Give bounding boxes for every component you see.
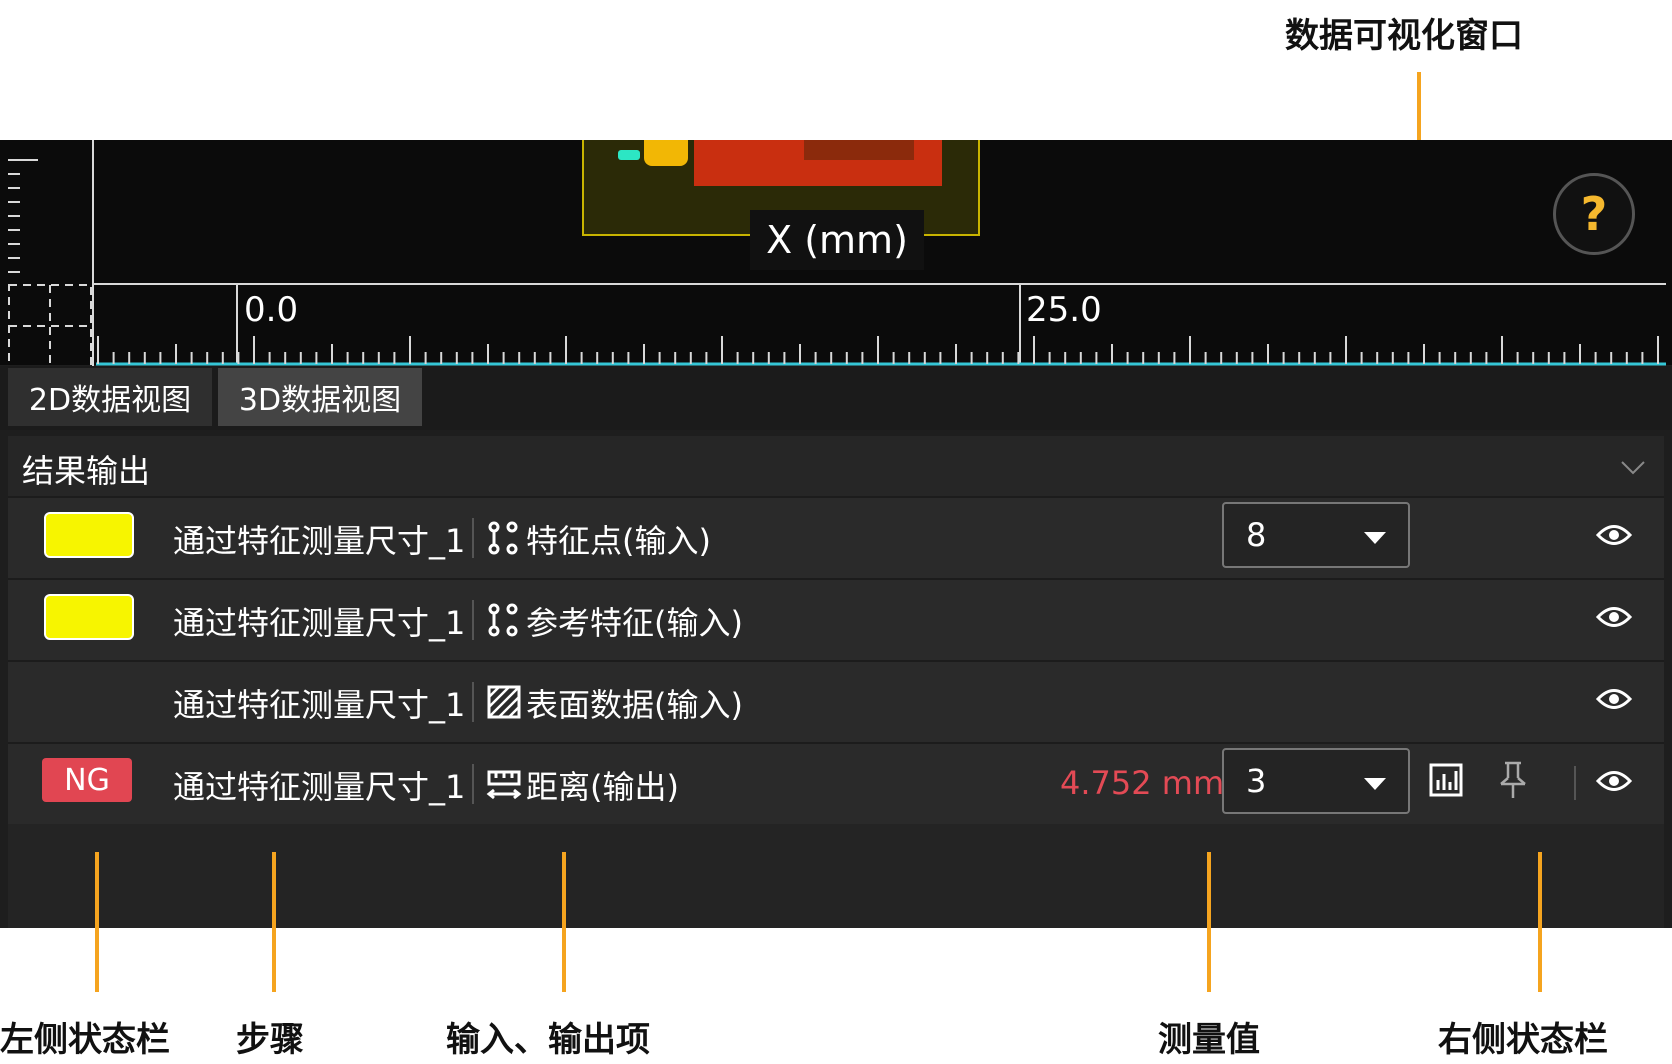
io-item-label: 参考特征(输入) — [526, 604, 743, 642]
tick-label: 0.0 — [244, 290, 299, 330]
callout-viz-window: 数据可视化窗口 — [1285, 16, 1523, 56]
divider — [472, 600, 474, 640]
result-row[interactable]: 通过特征测量尺寸_1 表面数据(输入) — [8, 660, 1664, 742]
step-name: 通过特征测量尺寸_1 — [173, 768, 466, 806]
select-value: 3 — [1246, 762, 1267, 800]
measurement-value: 4.752 mm — [1060, 764, 1225, 802]
point-cloud-dark — [804, 140, 914, 160]
caret-down-icon — [1364, 778, 1386, 790]
panel-header[interactable]: 结果输出 — [8, 436, 1664, 496]
chart-icon[interactable] — [1428, 762, 1464, 798]
divider — [472, 682, 474, 722]
tick-label: 25.0 — [1026, 290, 1102, 330]
question-icon: ? — [1580, 187, 1608, 241]
divider — [472, 764, 474, 804]
status-color-swatch[interactable] — [44, 512, 134, 558]
callout-line-measure — [1207, 852, 1211, 992]
feature-points-icon — [488, 603, 518, 637]
data-visualization-window[interactable]: X (mm) ? 0.0 25.0 — [0, 140, 1672, 425]
ng-status-badge[interactable]: NG — [42, 758, 132, 802]
io-item-label: 表面数据(输入) — [526, 686, 743, 724]
divider — [472, 518, 474, 558]
value-select[interactable]: 3 — [1222, 748, 1410, 814]
callout-step: 步骤 — [236, 1020, 304, 1060]
callout-right-status: 右侧状态栏 — [1438, 1020, 1608, 1060]
result-row[interactable]: NG 通过特征测量尺寸_1 距离(输出) 4.752 mm 3 — [8, 742, 1664, 824]
callout-line-left-status — [95, 852, 99, 992]
callout-measure-value: 测量值 — [1158, 1020, 1260, 1060]
tab-2d-data-view[interactable]: 2D数据视图 — [8, 368, 212, 426]
surface-data-icon — [487, 685, 521, 719]
results-panel: 结果输出 通过特征测量尺寸_1 特征点(输入) 8 通过特征测量尺寸_1 参考特… — [8, 436, 1664, 928]
panel-title: 结果输出 — [22, 452, 151, 490]
result-row[interactable]: 通过特征测量尺寸_1 特征点(输入) 8 — [8, 496, 1664, 578]
io-item-label: 特征点(输入) — [526, 522, 711, 560]
point-cloud-yellow — [644, 140, 688, 166]
pin-icon[interactable] — [1498, 760, 1528, 800]
feature-points-icon — [488, 521, 518, 555]
eye-icon[interactable] — [1596, 520, 1632, 550]
step-name: 通过特征测量尺寸_1 — [173, 604, 466, 642]
x-axis-line — [94, 283, 1666, 285]
help-button[interactable]: ? — [1553, 173, 1635, 255]
caret-down-icon — [1364, 532, 1386, 544]
callout-line-io — [562, 852, 566, 992]
divider — [1574, 766, 1576, 800]
view-tabs: 2D数据视图 3D数据视图 — [0, 366, 1672, 430]
step-name: 通过特征测量尺寸_1 — [173, 522, 466, 560]
status-color-swatch[interactable] — [44, 594, 134, 640]
x-axis-title: X (mm) — [750, 210, 924, 270]
tab-3d-data-view[interactable]: 3D数据视图 — [218, 368, 422, 426]
value-select[interactable]: 8 — [1222, 502, 1410, 568]
callout-line-right-status — [1538, 852, 1542, 992]
callout-line-step — [272, 852, 276, 992]
eye-icon[interactable] — [1596, 602, 1632, 632]
eye-icon[interactable] — [1596, 766, 1632, 796]
step-name: 通过特征测量尺寸_1 — [173, 686, 466, 724]
chevron-down-icon[interactable] — [1620, 454, 1646, 482]
callout-io-items: 输入、输出项 — [446, 1020, 650, 1060]
result-row[interactable]: 通过特征测量尺寸_1 参考特征(输入) — [8, 578, 1664, 660]
select-value: 8 — [1246, 516, 1267, 554]
eye-icon[interactable] — [1596, 684, 1632, 714]
horizontal-ruler — [96, 336, 1666, 366]
distance-icon — [486, 770, 522, 800]
io-item-label: 距离(输出) — [526, 768, 679, 806]
point-cloud-cyan — [618, 150, 640, 160]
callout-left-status: 左侧状态栏 — [0, 1020, 170, 1060]
